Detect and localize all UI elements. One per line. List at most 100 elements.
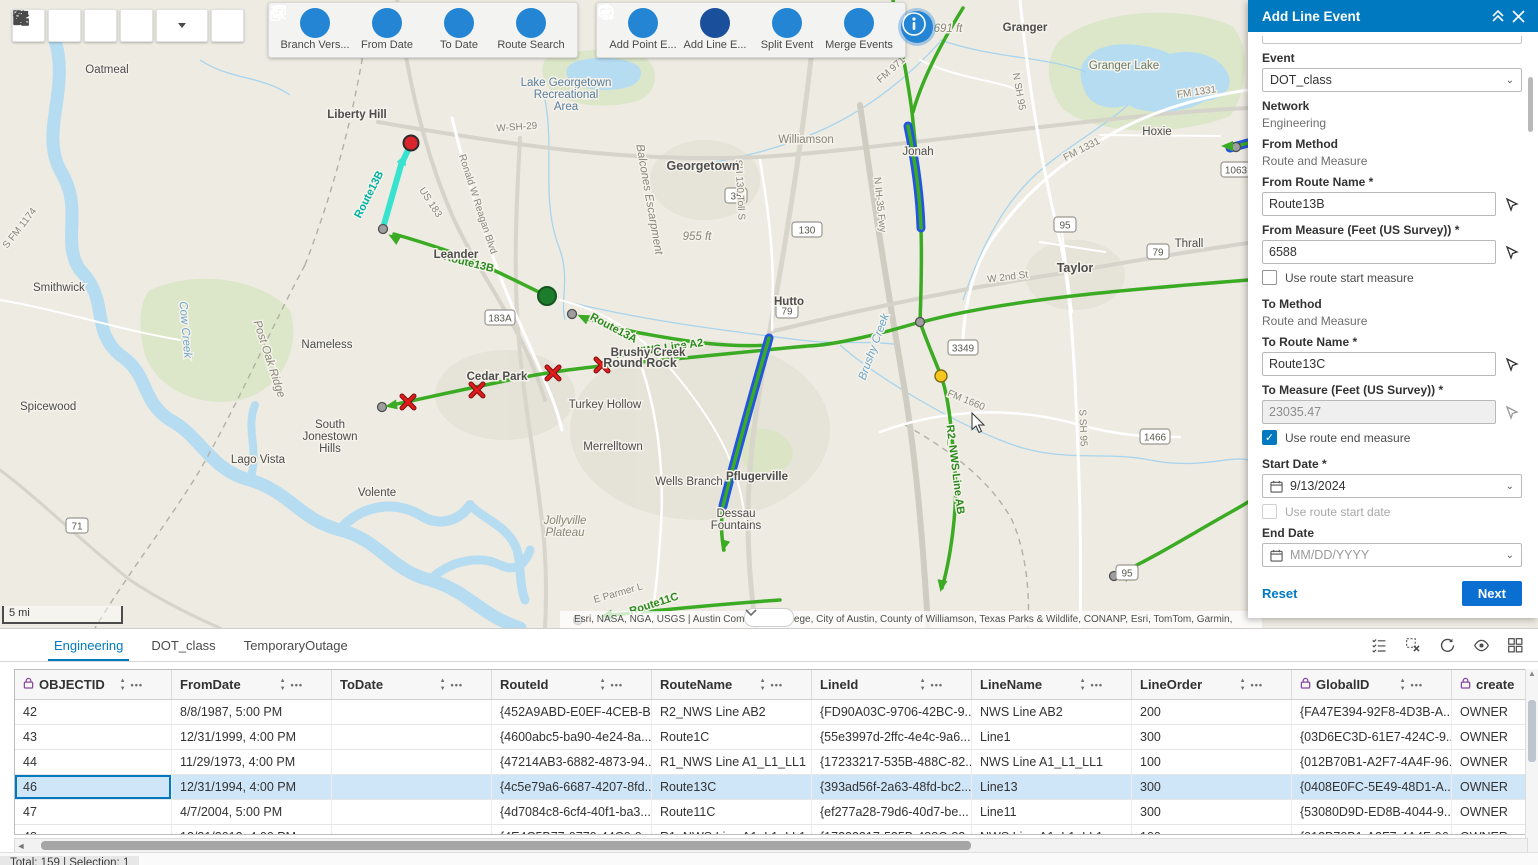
tab-temporaryoutage[interactable]: TemporaryOutage (230, 629, 362, 661)
column-menu-icon[interactable]: ••• (611, 680, 623, 690)
merge-events-button[interactable]: Merge Events (823, 6, 895, 51)
table-cell[interactable]: 4/7/2004, 5:00 PM (172, 800, 332, 824)
table-row[interactable]: 4312/31/1999, 4:00 PM{4600abc5-ba90-4e24… (15, 725, 1527, 750)
to-route-name-input[interactable] (1262, 352, 1496, 376)
table-cell[interactable]: 44 (15, 750, 172, 774)
table-cell[interactable]: Line1 (972, 725, 1132, 749)
table-cell[interactable]: 300 (1132, 725, 1292, 749)
event-select[interactable]: DOT_class ⌄ (1262, 68, 1522, 92)
panel-scrollbar[interactable] (1528, 77, 1533, 132)
column-menu-icon[interactable]: ••• (131, 680, 143, 690)
scroll-left-arrow-icon[interactable]: ◄ (15, 841, 27, 851)
sort-icon[interactable]: ▲▼ (1400, 677, 1406, 693)
table-cell[interactable]: 42 (15, 700, 172, 724)
route-search-button[interactable]: Route Search (495, 6, 567, 51)
column-menu-icon[interactable]: ••• (1251, 680, 1263, 690)
sort-icon[interactable]: ▲▼ (440, 677, 446, 693)
clear-selection-tool-button[interactable] (211, 9, 244, 42)
table-cell[interactable]: R1_NWS Line A1_L1_LL1 (652, 750, 812, 774)
table-cell[interactable]: R2_NWS Line AB2 (652, 700, 812, 724)
from-measure-input[interactable] (1262, 240, 1496, 264)
table-cell[interactable]: 47 (15, 800, 172, 824)
table-cell[interactable]: OWNER (1452, 775, 1527, 799)
table-cell[interactable]: 200 (1132, 700, 1292, 724)
column-header-globalid[interactable]: GlobalID▲▼••• (1292, 670, 1452, 699)
basemap-tool-button[interactable] (84, 9, 117, 42)
table-cell[interactable] (332, 775, 492, 799)
table-options-button[interactable] (1502, 632, 1528, 658)
column-menu-icon[interactable]: ••• (931, 680, 943, 690)
table-cell[interactable]: NWS Line AB2 (972, 700, 1132, 724)
column-menu-icon[interactable]: ••• (451, 680, 463, 690)
select-tool-button[interactable] (156, 9, 208, 42)
column-header-routeid[interactable]: RouteId▲▼••• (492, 670, 652, 699)
close-panel-icon[interactable] (1508, 6, 1528, 26)
table-cell[interactable]: {47214AB3-6882-4873-94... (492, 750, 652, 774)
branch-vers-button[interactable]: Branch Vers... (279, 6, 351, 51)
sort-icon[interactable]: ▲▼ (600, 677, 606, 693)
route-point-marker[interactable] (538, 287, 556, 305)
table-cell[interactable]: {012B70B1-A2F7-4A4F-96... (1292, 825, 1452, 834)
route-node-marker[interactable] (916, 318, 925, 327)
refresh-table-button[interactable] (1434, 632, 1460, 658)
from-route-name-input[interactable] (1262, 192, 1496, 216)
sort-icon[interactable]: ▲▼ (1240, 677, 1246, 693)
use-route-start-measure-checkbox[interactable]: Use route start measure (1262, 270, 1522, 285)
table-row[interactable]: 474/7/2004, 5:00 PM {4d7084c8-6cf4-40f1-b… (15, 800, 1527, 825)
table-vertical-scrollbar[interactable]: ▲ ▼ (1525, 669, 1538, 865)
table-cell[interactable]: 12/31/1999, 4:00 PM (172, 725, 332, 749)
table-cell[interactable] (332, 750, 492, 774)
table-row[interactable]: 4411/29/1973, 4:00 PM {47214AB3-6882-4873… (15, 750, 1527, 775)
pick-to-measure-on-map-button[interactable] (1502, 402, 1522, 422)
to-date-button[interactable]: To Date (423, 6, 495, 51)
table-cell[interactable]: 12/31/2012, 4:00 PM (172, 825, 332, 834)
table-cell[interactable]: 12/31/1994, 4:00 PM (172, 775, 332, 799)
table-cell[interactable]: {012B70B1-A2F7-4A4F-96... (1292, 750, 1452, 774)
table-cell[interactable]: {4d7084c8-6cf4-40f1-ba3... (492, 800, 652, 824)
column-header-lineid[interactable]: LineId▲▼••• (812, 670, 972, 699)
split-event-button[interactable]: Split Event (751, 6, 823, 51)
column-header-lineorder[interactable]: LineOrder▲▼••• (1132, 670, 1292, 699)
table-cell[interactable]: {55e3997d-2ffc-4e4c-9a6... (812, 725, 972, 749)
table-cell[interactable]: OWNER (1452, 700, 1527, 724)
table-cell[interactable] (332, 825, 492, 834)
table-cell[interactable]: R1_NWS Line A1_L1_LL1 (652, 825, 812, 834)
attribution-toggle-button[interactable] (744, 608, 794, 627)
start-date-picker[interactable]: 9/13/2024 ⌄ (1262, 474, 1522, 498)
table-row[interactable]: 428/8/1987, 5:00 PM{452A9ABD-E0EF-4CEB-B… (15, 700, 1527, 725)
use-route-end-measure-checkbox[interactable]: ✓ Use route end measure (1262, 430, 1522, 445)
table-cell[interactable]: {0408E0FC-5E49-48D1-A... (1292, 775, 1452, 799)
column-menu-icon[interactable]: ••• (771, 680, 783, 690)
next-button[interactable]: Next (1462, 581, 1522, 606)
clear-table-selection-button[interactable] (1400, 632, 1426, 658)
table-cell[interactable]: 300 (1132, 800, 1292, 824)
measure-tool-button[interactable] (120, 9, 153, 42)
use-route-start-date-checkbox[interactable]: Use route start date (1262, 504, 1522, 519)
table-cell[interactable]: 46 (15, 775, 172, 799)
table-cell[interactable]: NWS Line A1_L1_LL1 (972, 825, 1132, 834)
table-cell[interactable]: 11/29/1973, 4:00 PM (172, 750, 332, 774)
table-cell[interactable]: OWNER (1452, 725, 1527, 749)
show-hide-columns-button[interactable] (1468, 632, 1494, 658)
column-header-todate[interactable]: ToDate▲▼••• (332, 670, 492, 699)
table-cell[interactable]: 100 (1132, 825, 1292, 834)
table-cell[interactable]: Line13 (972, 775, 1132, 799)
table-cell[interactable]: OWNER (1452, 825, 1527, 834)
add-line-e-button[interactable]: Add Line E... (679, 6, 751, 51)
sort-icon[interactable]: ▲▼ (920, 677, 926, 693)
table-cell[interactable]: Route13C (652, 775, 812, 799)
table-cell[interactable]: 100 (1132, 750, 1292, 774)
table-cell[interactable]: NWS Line A1_L1_LL1 (972, 750, 1132, 774)
table-cell[interactable]: Route1C (652, 725, 812, 749)
collapse-panel-icon[interactable] (1488, 6, 1508, 26)
pick-from-measure-on-map-button[interactable] (1502, 242, 1522, 262)
column-menu-icon[interactable]: ••• (1411, 680, 1423, 690)
vertical-scroll-thumb[interactable] (1528, 700, 1536, 762)
column-menu-icon[interactable]: ••• (291, 680, 303, 690)
info-button[interactable] (901, 11, 933, 43)
yellow-point-marker[interactable] (935, 370, 947, 382)
table-cell[interactable]: {ef277a28-79d6-40d7-be... (812, 800, 972, 824)
pick-from-route-on-map-button[interactable] (1502, 194, 1522, 214)
table-cell[interactable]: Line11 (972, 800, 1132, 824)
sort-icon[interactable]: ▲▼ (1080, 677, 1086, 693)
